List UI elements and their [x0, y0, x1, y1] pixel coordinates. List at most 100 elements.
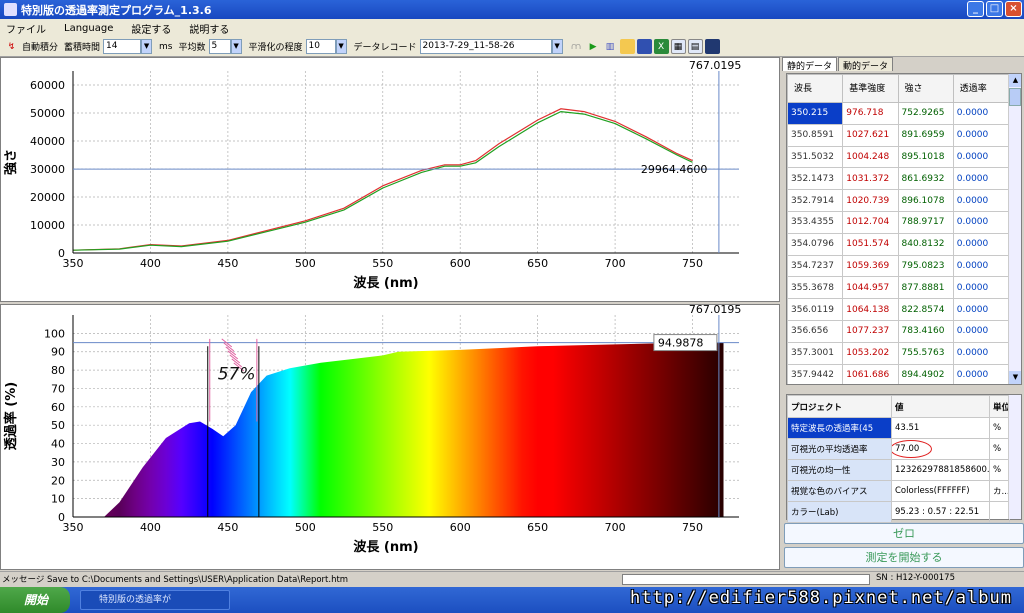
table-row[interactable]: 353.4355 1012.704 788.9717 0.0000: [787, 210, 1010, 234]
table-row[interactable]: 354.0796 1051.574 840.8132 0.0000: [787, 232, 1010, 256]
y-tick-label: 60000: [30, 79, 65, 92]
table-cell: 1077.237: [842, 319, 899, 343]
table-cell: 350.215: [787, 102, 844, 125]
table-row[interactable]: 356.0119 1064.138 822.8574 0.0000: [787, 298, 1010, 321]
play-icon[interactable]: ▶: [586, 39, 601, 54]
property-row[interactable]: カラー(Lab) 95.23 : 0.57 : 22.51: [787, 501, 1010, 523]
menu-language[interactable]: Language: [64, 23, 113, 34]
col-reference-intensity[interactable]: 基準強度: [842, 74, 899, 103]
integration-time-input[interactable]: 14: [103, 39, 142, 54]
col-intensity[interactable]: 強さ: [897, 74, 954, 103]
tab-static-data[interactable]: 静的データ: [782, 57, 838, 72]
property-scrollbar[interactable]: [1008, 395, 1021, 519]
status-bar: メッセージ Save to C:\Documents and Settings\…: [0, 571, 1024, 586]
table-row[interactable]: 357.9442 1061.686 894.4902 0.0000: [787, 363, 1010, 384]
auto-integrate-icon: ↯: [7, 41, 16, 52]
auto-integrate-button[interactable]: 自動積分: [22, 40, 58, 53]
scroll-down-icon[interactable]: ▼: [1009, 371, 1021, 384]
cursor-y-readout: 94.9878: [658, 337, 704, 350]
transmittance-area: [103, 342, 724, 517]
menu-help[interactable]: 説明する: [189, 21, 229, 36]
scroll-thumb[interactable]: [1009, 88, 1021, 106]
open-folder-icon[interactable]: [619, 39, 635, 54]
y-tick-label: 30: [51, 456, 65, 469]
table-cell: 356.0119: [787, 298, 844, 321]
menu-settings[interactable]: 設定する: [131, 21, 171, 36]
start-measurement-button[interactable]: 測定を開始する: [784, 547, 1024, 568]
maximize-button[interactable]: □: [986, 1, 1003, 17]
table-row[interactable]: 350.215 976.718 752.9265 0.0000: [787, 102, 1010, 125]
y-tick-label: 10: [51, 493, 65, 506]
transmittance-chart[interactable]: 350 400 450 500 550 600 650 700 750 0 10 20 30 40 50 60…: [1, 303, 779, 569]
report-icon[interactable]: ▦: [670, 39, 686, 54]
smoothing-input[interactable]: 10: [305, 39, 336, 54]
table-cell: 822.8574: [897, 298, 954, 321]
property-row[interactable]: 特定波長の透過率(45 43.51%: [787, 417, 1010, 439]
menu-bar: ファイル Language 設定する 説明する: [0, 19, 1024, 37]
data-record-dropdown[interactable]: ▼: [551, 39, 563, 54]
property-cell: カ...: [989, 480, 1010, 502]
table-row[interactable]: 350.8591 1027.621 891.6959 0.0000: [787, 123, 1010, 147]
table-cell: 0.0000: [952, 123, 1010, 147]
table-cell: 352.7914: [787, 189, 844, 212]
screen-icon[interactable]: [704, 39, 720, 54]
property-table-panel: プロジェクト 値 単位 特定波長の透過率(45 43.51% 可視光の平均透過率 77…: [786, 394, 1022, 523]
x-tick-label: 600: [450, 521, 471, 534]
table-row[interactable]: 352.1473 1031.372 861.6932 0.0000: [787, 167, 1010, 191]
table-row[interactable]: 354.7237 1059.369 795.0823 0.0000: [787, 254, 1010, 278]
table-cell: 1059.369: [842, 254, 899, 278]
cursor-y-readout: 29964.4600: [641, 163, 707, 176]
table-row[interactable]: 356.656 1077.237 783.4160 0.0000: [787, 319, 1010, 343]
app-icon: [4, 3, 17, 16]
table-cell: 1012.704: [842, 210, 899, 234]
table-scrollbar[interactable]: ▲ ▼: [1008, 74, 1021, 384]
table-row[interactable]: 355.3678 1044.957 877.8881 0.0000: [787, 276, 1010, 300]
data-table-panel: 波長 基準強度 強さ 透過率 350.215 976.718 752.9265 0.0…: [786, 73, 1022, 385]
scroll-up-icon[interactable]: ▲: [1009, 74, 1021, 87]
table-row[interactable]: 351.5032 1004.248 895.1018 0.0000: [787, 145, 1010, 169]
x-tick-label: 350: [63, 521, 84, 534]
start-button[interactable]: 開始: [0, 587, 70, 613]
property-cell: 77.00: [891, 438, 990, 460]
table-cell: 795.0823: [897, 254, 954, 278]
smoothing-dropdown[interactable]: ▼: [335, 39, 347, 54]
spectrum-icon[interactable]: ⩋: [569, 39, 584, 54]
y-tick-label: 50: [51, 419, 65, 432]
export-icon[interactable]: ▤: [687, 39, 703, 54]
excel-icon[interactable]: X: [653, 39, 669, 54]
tab-dynamic-data[interactable]: 動的データ: [838, 57, 894, 72]
property-row[interactable]: 可視光の平均透過率 77.00%: [787, 438, 1010, 460]
cursor-x-readout: 767.0195: [689, 305, 742, 316]
x-tick-label: 450: [217, 521, 238, 534]
table-cell: 752.9265: [897, 102, 954, 125]
col-transmittance[interactable]: 透過率: [952, 74, 1010, 103]
table-row[interactable]: 352.7914 1020.739 896.1078 0.0000: [787, 189, 1010, 212]
table-cell: 1020.739: [842, 189, 899, 212]
integration-time-dropdown[interactable]: ▼: [141, 39, 153, 54]
zero-button[interactable]: ゼロ: [784, 523, 1024, 544]
menu-file[interactable]: ファイル: [6, 21, 46, 36]
taskbar-item[interactable]: 特別版の透過率が: [80, 590, 230, 610]
table-cell: 353.4355: [787, 210, 844, 234]
status-message: メッセージ Save to C:\Documents and Settings\…: [2, 575, 349, 585]
minimize-button[interactable]: _: [967, 1, 984, 17]
average-label: 平均数: [178, 43, 206, 53]
intensity-chart[interactable]: 350 400 450 500 550 600 650 700 750 0 10000 20000 30…: [1, 58, 779, 301]
table-cell: 877.8881: [897, 276, 954, 300]
average-input[interactable]: 5: [208, 39, 231, 54]
window-title: 特別版の透過率測定プログラム_1.3.6: [21, 3, 212, 17]
table-cell: 1031.372: [842, 167, 899, 191]
average-dropdown[interactable]: ▼: [230, 39, 242, 54]
y-tick-label: 0: [58, 511, 65, 524]
col-wavelength[interactable]: 波長: [787, 74, 844, 103]
property-row[interactable]: 視覚な色のバイアス Colorless(FFFFFF) カ...: [787, 480, 1010, 502]
table-row[interactable]: 357.3001 1053.202 755.5763 0.0000: [787, 341, 1010, 365]
property-row[interactable]: 可視光の均一性 12326297881858600...%: [787, 459, 1010, 481]
x-tick-label: 350: [63, 257, 84, 270]
chart-icon[interactable]: ▥: [603, 39, 618, 54]
save-icon[interactable]: [636, 39, 652, 54]
cursor-x-readout: 767.0195: [689, 59, 742, 72]
property-cell: 43.51: [891, 417, 990, 439]
close-button[interactable]: ×: [1005, 1, 1022, 17]
data-record-input[interactable]: 2013-7-29_11-58-26: [419, 39, 552, 54]
